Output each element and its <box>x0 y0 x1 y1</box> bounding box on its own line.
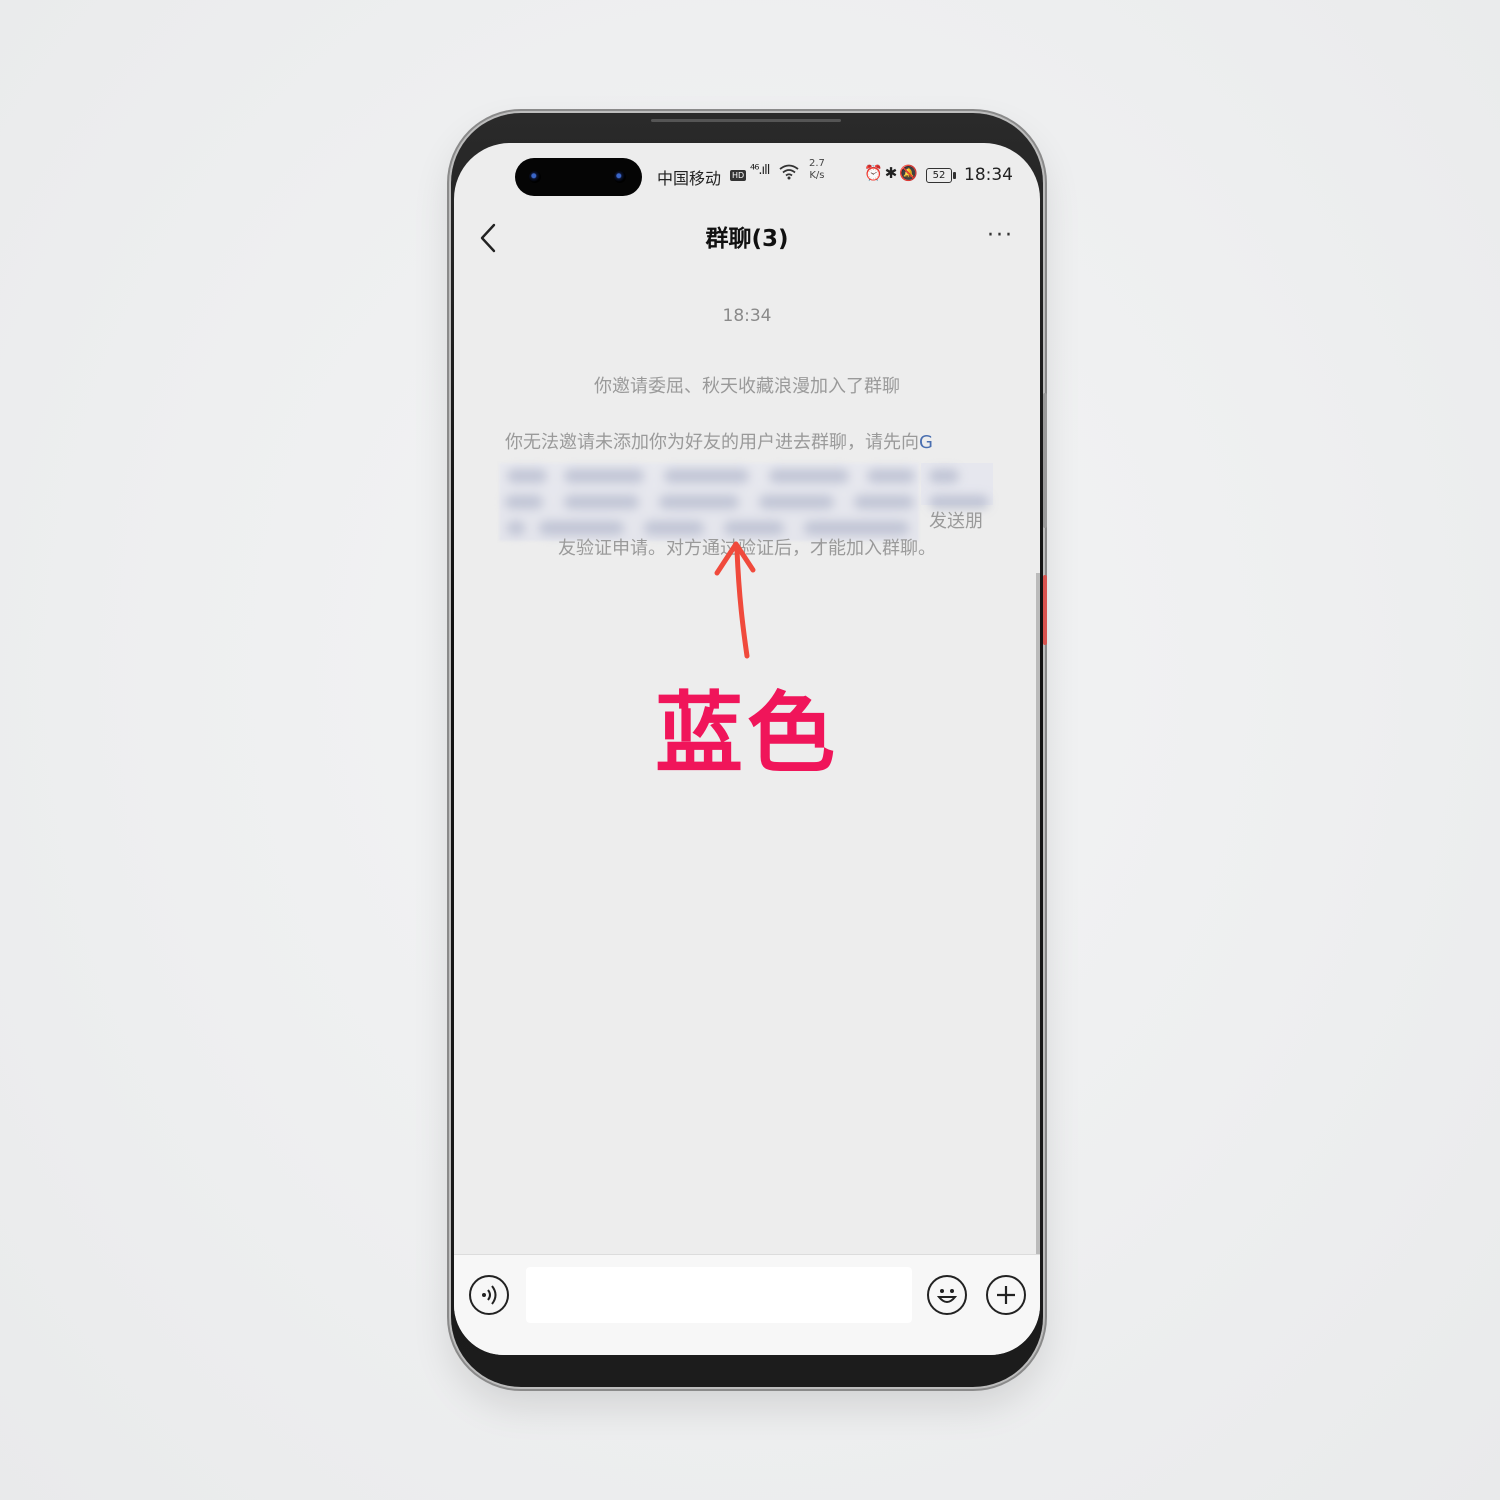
carrier-name: 中国移动 <box>657 169 722 188</box>
message-input[interactable] <box>526 1267 912 1323</box>
signal-icon: ⁴⁶.ıll <box>750 163 770 178</box>
voice-icon <box>482 1285 497 1305</box>
phone-frame: 中国移动 HD ⁴⁶.ıll 2.7 K/s ⏰✱🔕 52 18:34 群聊(3… <box>451 113 1047 1387</box>
more-functions-button[interactable] <box>986 1275 1026 1315</box>
input-bar <box>454 1254 1040 1355</box>
status-time: 18:34 <box>964 165 1013 185</box>
plus-icon <box>997 1286 1015 1304</box>
alarm-icon: ⏰ <box>864 164 885 182</box>
status-bar: 中国移动 HD ⁴⁶.ıll 2.7 K/s ⏰✱🔕 52 18:34 <box>454 158 1040 189</box>
net-speed: 2.7 K/s <box>809 158 825 182</box>
status-icons: ⏰✱🔕 <box>864 164 920 182</box>
red-arrow-icon <box>714 541 756 659</box>
wifi-icon <box>779 164 799 184</box>
system-message-text: 你无法邀请未添加你为好友的用户进去群聊，请先向 <box>505 432 919 453</box>
phone-screen: 中国移动 HD ⁴⁶.ıll 2.7 K/s ⏰✱🔕 52 18:34 群聊(3… <box>454 143 1040 1355</box>
mute-bell-icon: 🔕 <box>899 164 920 182</box>
net-speed-value: 2.7 <box>809 158 825 169</box>
annotation-label: 蓝色 <box>654 682 839 785</box>
chat-header: 群聊(3) ··· <box>454 213 1040 263</box>
scrollbar[interactable] <box>1036 573 1040 1273</box>
bluetooth-icon: ✱ <box>884 164 900 182</box>
hd-badge: HD <box>730 170 747 181</box>
chat-title: 群聊(3) <box>705 226 789 252</box>
emoji-icon <box>936 1289 958 1303</box>
chat-timestamp: 18:34 <box>722 306 772 326</box>
system-message-send: 发送朋 <box>929 511 983 532</box>
side-button-power <box>1043 575 1047 645</box>
battery-icon: 52 <box>926 168 956 183</box>
more-options-button[interactable]: ··· <box>987 223 1014 248</box>
blurred-usernames-tail <box>921 463 993 509</box>
side-button-volume <box>1043 393 1047 528</box>
user-link[interactable]: G <box>919 432 933 453</box>
system-message-invite: 你邀请委屈、秋天收藏浪漫加入了群聊 <box>594 376 900 397</box>
net-speed-unit: K/s <box>809 170 825 181</box>
voice-button[interactable] <box>469 1275 509 1315</box>
emoji-button[interactable] <box>927 1275 967 1315</box>
system-message-cannot-invite: 你无法邀请未添加你为好友的用户进去群聊，请先向G <box>505 428 995 454</box>
